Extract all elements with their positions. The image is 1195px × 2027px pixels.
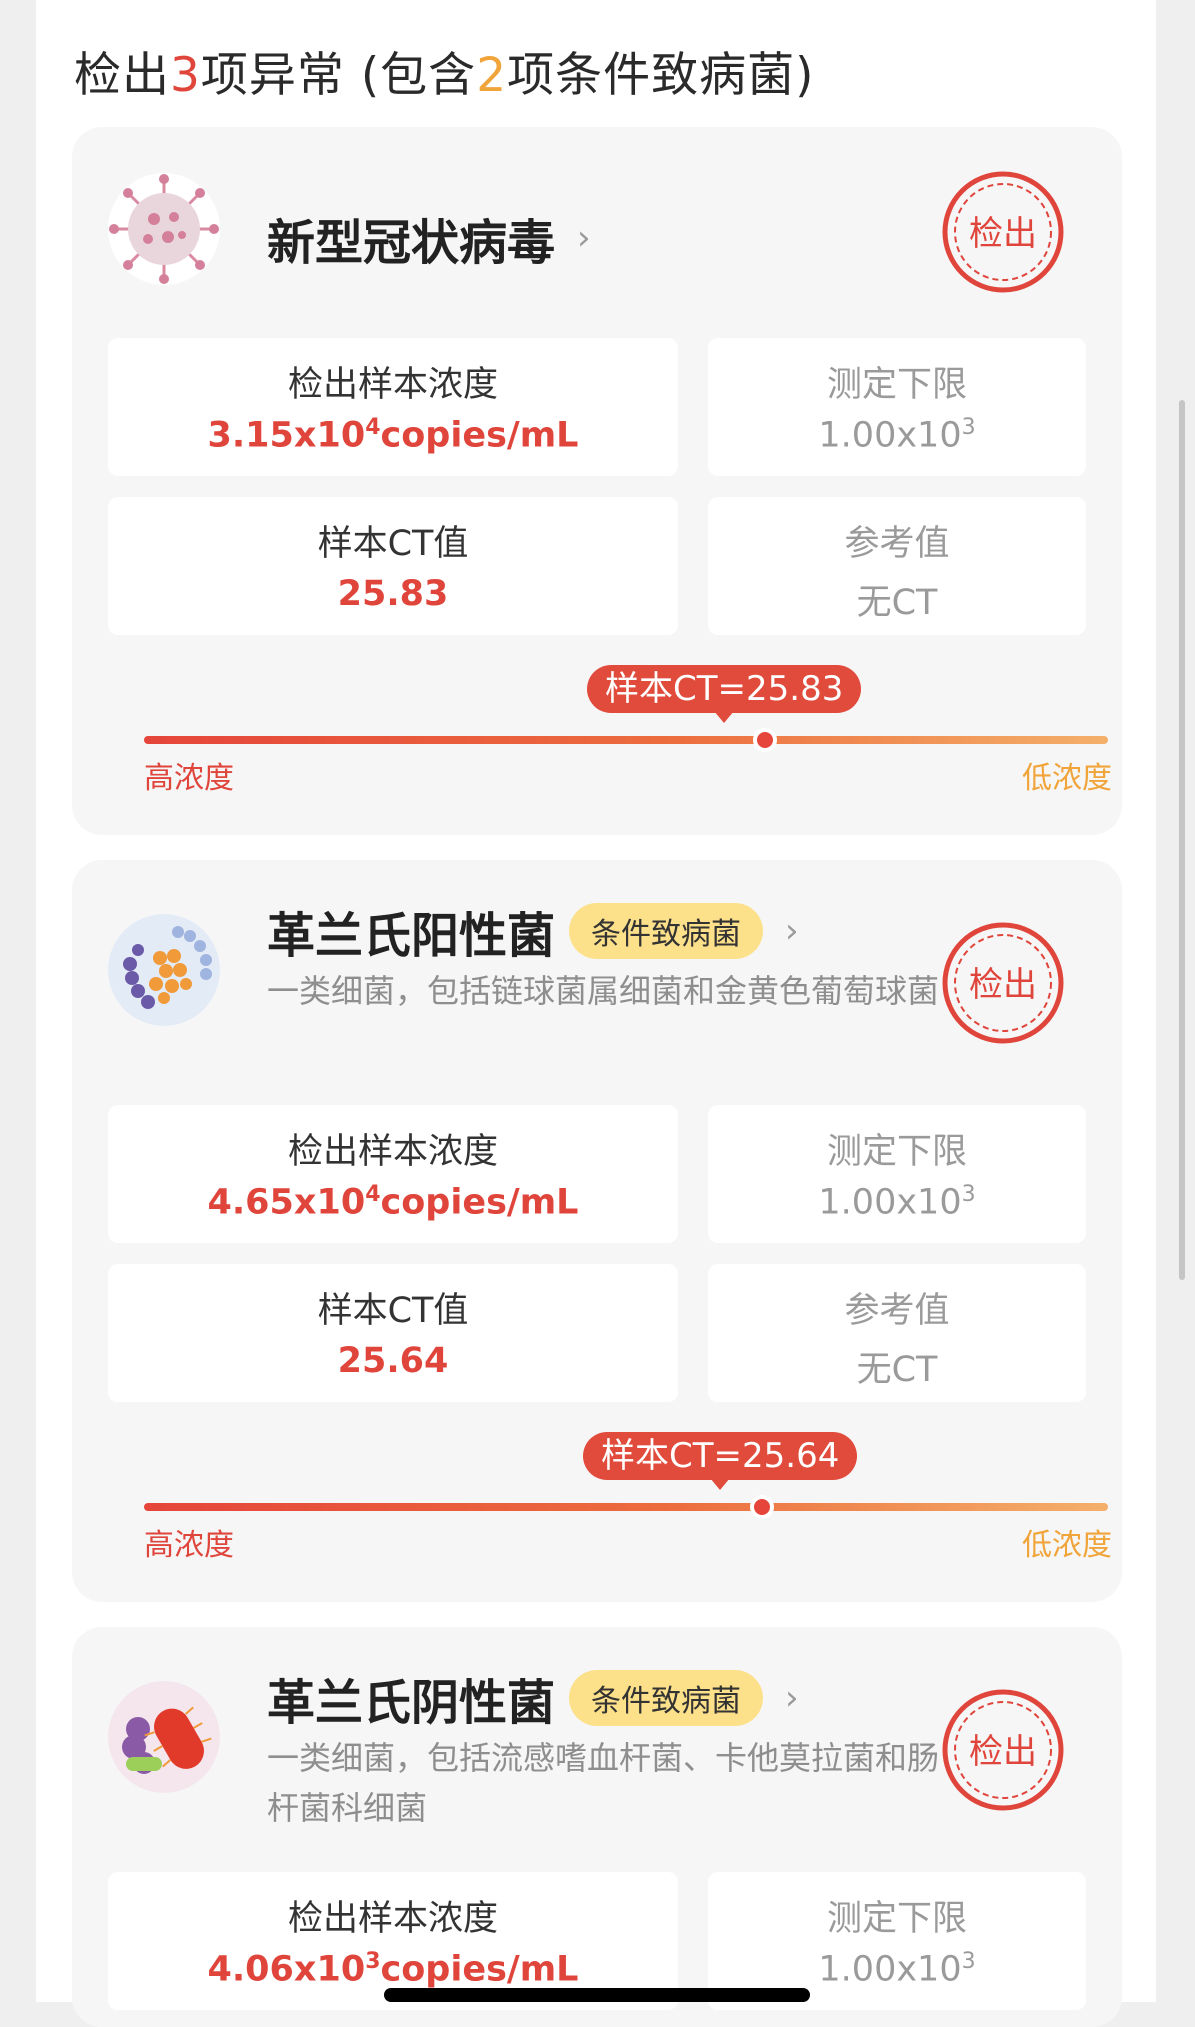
concentration-unit: copies/mL [380,1949,579,1990]
chevron-right-icon: › [785,911,799,951]
ct-label: 样本CT值 [317,524,469,564]
concentration-unit: copies/mL [380,415,579,456]
ct-box: 样本CT值 25.64 [108,1264,678,1402]
ct-marker-bubble: 样本CT=25.83 [587,665,862,723]
low-concentration-label: 低浓度 [1022,1528,1112,1563]
limit-value: 1.00x103 [708,1949,1086,1990]
limit-base: 1.00x10 [818,1949,962,1990]
detection-limit-box: 测定下限 1.00x103 [708,1105,1086,1243]
concentration-mantissa: 4.65 [207,1182,294,1223]
concentration-box: 检出样本浓度 3.15x104copies/mL [108,338,678,476]
concentration-value: 4.65x104copies/mL [108,1182,678,1223]
ct-marker-dot [753,728,777,752]
limit-label: 测定下限 [826,1899,967,1939]
limit-exp: 3 [961,415,976,440]
detected-stamp: 检出 [942,1689,1064,1811]
summary-suffix: 项条件致病菌) [507,48,815,103]
pathogen-description: 一类细菌，包括流感嗜血杆菌、卡他莫拉菌和肠杆菌科细菌 [267,1739,940,1827]
home-indicator[interactable] [384,1988,810,2002]
conditional-count: 2 [476,48,508,103]
scrollbar[interactable] [1179,400,1185,1280]
stamp-text: 检出 [969,1732,1037,1772]
summary-heading: 检出3项异常 (包含2项条件致病菌) [74,36,814,105]
reference-box: 参考值 无CT [708,1264,1086,1402]
pathogen-card: 新型冠状病毒 › 检出 检出样本浓度 3.15x104copies/mL 测定下… [72,127,1122,835]
detection-limit-box: 测定下限 1.00x103 [708,338,1086,476]
conditional-pathogen-tag: 条件致病菌 [569,903,764,959]
limit-base: 1.00x10 [818,415,962,456]
concentration-label: 检出样本浓度 [287,365,498,405]
concentration-base: x10 [293,1949,366,1990]
concentration-unit: copies/mL [380,1182,579,1223]
gram-positive-bacteria-icon [108,914,220,1026]
pathogen-title[interactable]: 新型冠状病毒 › [267,203,591,273]
pathogen-card: 革兰氏阳性菌 条件致病菌 › 一类细菌，包括链球菌属细菌和金黄色葡萄球菌 检出 … [72,860,1122,1602]
concentration-box: 检出样本浓度 4.65x104copies/mL [108,1105,678,1243]
low-concentration-label: 低浓度 [1022,761,1112,796]
concentration-value: 4.06x103copies/mL [108,1949,678,1990]
pathogen-title[interactable]: 革兰氏阴性菌 条件致病菌 › [267,1663,799,1733]
concentration-exp: 3 [365,1949,381,1974]
chevron-right-icon: › [785,1678,799,1718]
concentration-scale [144,728,1108,752]
ct-value: 25.83 [337,574,449,614]
high-concentration-label: 高浓度 [144,1528,234,1563]
summary-mid: 项异常 (包含 [200,48,477,103]
limit-label: 测定下限 [826,1132,967,1172]
coronavirus-icon [108,173,220,285]
limit-exp: 3 [961,1182,976,1207]
report-page: 检出3项异常 (包含2项条件致病菌) 新型冠状病毒 › 检出 检出样本浓度 3.… [36,0,1156,2027]
pathogen-name: 新型冠状病毒 [267,215,556,271]
limit-exp: 3 [961,1949,976,1974]
ct-marker-bubble: 样本CT=25.64 [583,1432,858,1490]
pathogen-name: 革兰氏阴性菌 [267,1675,556,1731]
limit-value: 1.00x103 [708,415,1086,456]
chevron-right-icon: › [577,218,591,258]
concentration-exp: 4 [365,1182,381,1207]
stamp-text: 检出 [969,965,1037,1005]
reference-label: 参考值 [844,524,950,564]
pathogen-title[interactable]: 革兰氏阳性菌 条件致病菌 › [267,896,799,966]
ct-value: 25.64 [337,1341,449,1381]
reference-label: 参考值 [844,1291,950,1331]
concentration-scale [144,1495,1108,1519]
conditional-pathogen-tag: 条件致病菌 [569,1670,764,1726]
pathogen-description: 一类细菌，包括链球菌属细菌和金黄色葡萄球菌 [267,972,940,1010]
concentration-mantissa: 4.06 [207,1949,294,1990]
reference-box: 参考值 无CT [708,497,1086,635]
high-concentration-label: 高浓度 [144,761,234,796]
detected-stamp: 检出 [942,171,1064,293]
limit-label: 测定下限 [826,365,967,405]
pathogen-card: 革兰氏阴性菌 条件致病菌 › 一类细菌，包括流感嗜血杆菌、卡他莫拉菌和肠杆菌科细… [72,1627,1122,2027]
concentration-mantissa: 3.15 [207,415,294,456]
gram-negative-bacteria-icon [108,1681,220,1793]
concentration-base: x10 [293,415,366,456]
reference-value: 无CT [856,583,938,623]
summary-prefix: 检出 [74,48,170,103]
concentration-base: x10 [293,1182,366,1223]
limit-base: 1.00x10 [818,1182,962,1223]
pathogen-name: 革兰氏阳性菌 [267,908,556,964]
detected-stamp: 检出 [942,922,1064,1044]
ct-label: 样本CT值 [317,1291,469,1331]
concentration-value: 3.15x104copies/mL [108,415,678,456]
ct-box: 样本CT值 25.83 [108,497,678,635]
limit-value: 1.00x103 [708,1182,1086,1223]
concentration-label: 检出样本浓度 [287,1132,498,1172]
stamp-text: 检出 [969,214,1037,254]
ct-marker-dot [750,1495,774,1519]
abnormal-count: 3 [170,48,201,103]
concentration-label: 检出样本浓度 [287,1899,498,1939]
concentration-exp: 4 [365,415,381,440]
reference-value: 无CT [856,1350,938,1390]
